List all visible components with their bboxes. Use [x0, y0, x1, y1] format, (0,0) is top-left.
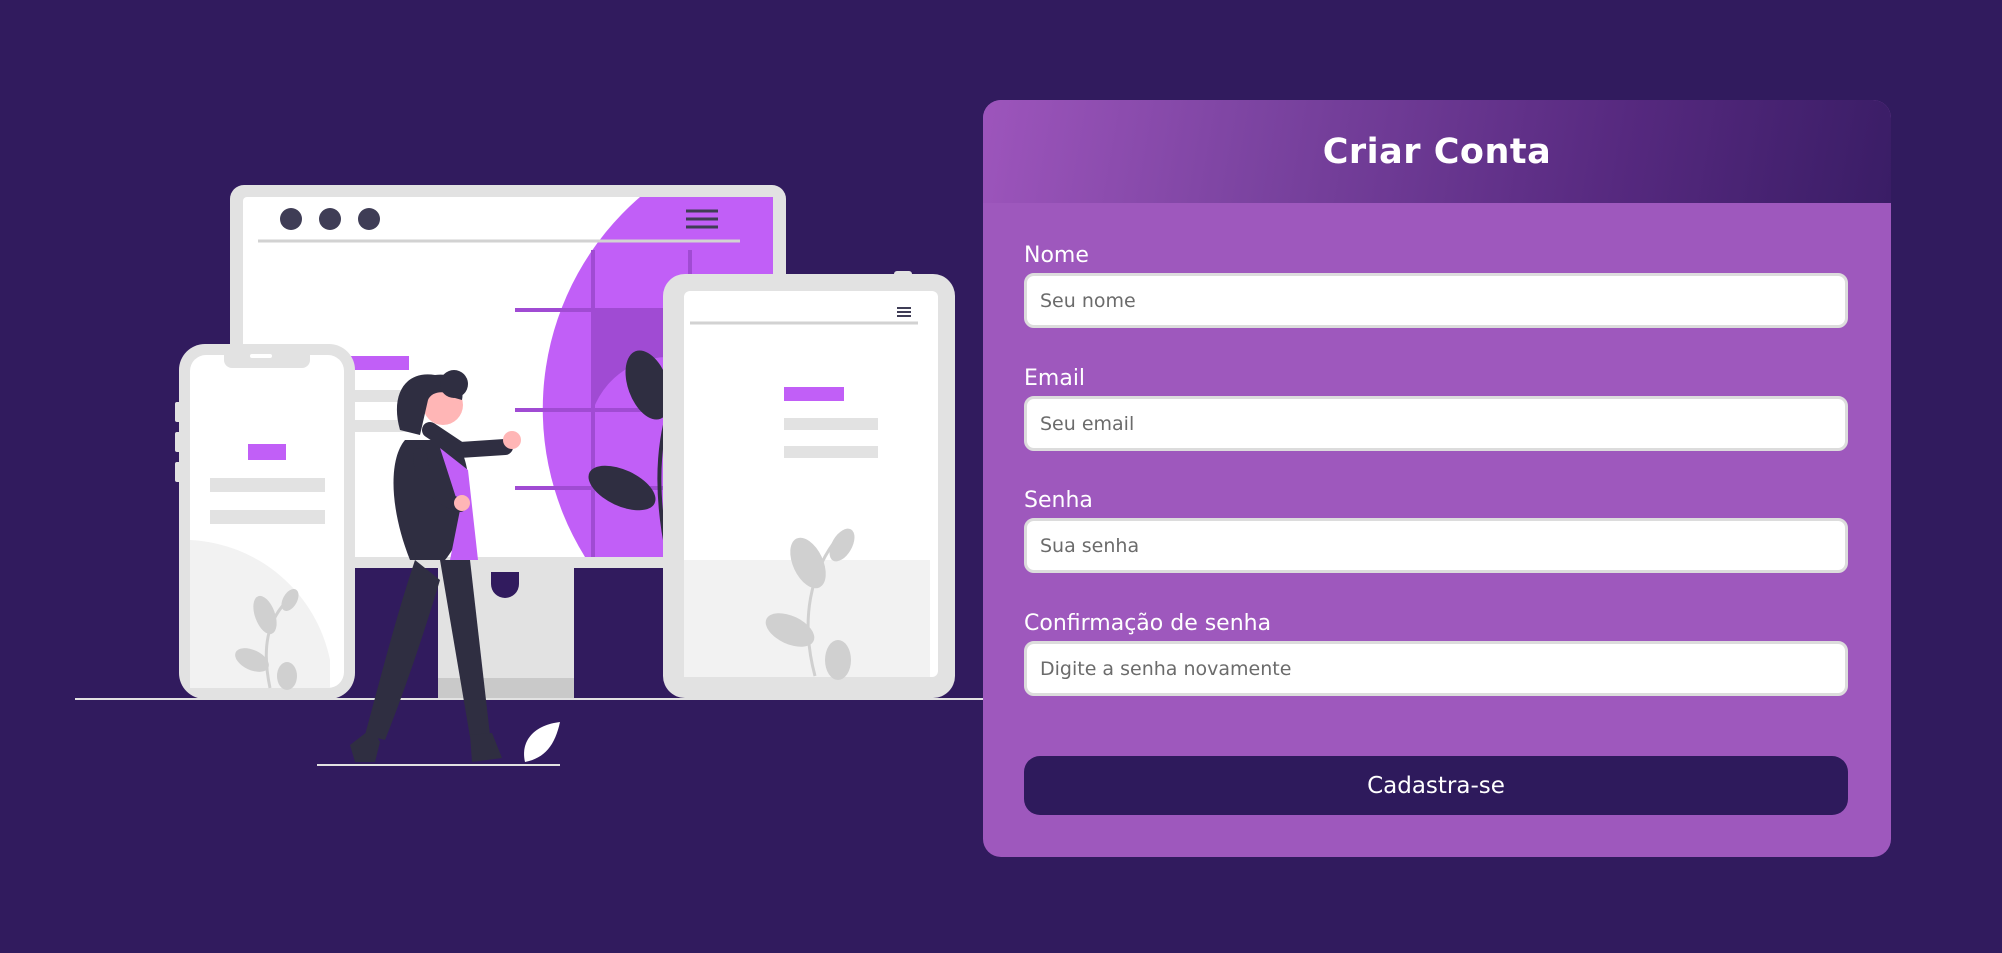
password-input[interactable]: [1024, 518, 1848, 573]
card-header: Criar Conta: [983, 100, 1891, 203]
leaf-icon: [524, 722, 560, 762]
phone: [175, 344, 355, 699]
name-input[interactable]: [1024, 273, 1848, 328]
password-label: Senha: [1024, 488, 1093, 513]
confirm-password-label: Confirmação de senha: [1024, 611, 1272, 636]
tablet: [663, 271, 955, 698]
submit-button[interactable]: Cadastra-se: [1024, 756, 1848, 815]
email-input[interactable]: [1024, 396, 1848, 451]
signup-form-card: Criar Conta Nome Email Senha Confirmação…: [983, 100, 1891, 857]
confirm-password-input[interactable]: [1024, 641, 1848, 696]
window-dots-icon: [280, 208, 380, 230]
page-title: Criar Conta: [1322, 131, 1552, 172]
name-label: Nome: [1024, 243, 1089, 268]
email-label: Email: [1024, 366, 1086, 391]
devices-illustration: [75, 185, 985, 766]
